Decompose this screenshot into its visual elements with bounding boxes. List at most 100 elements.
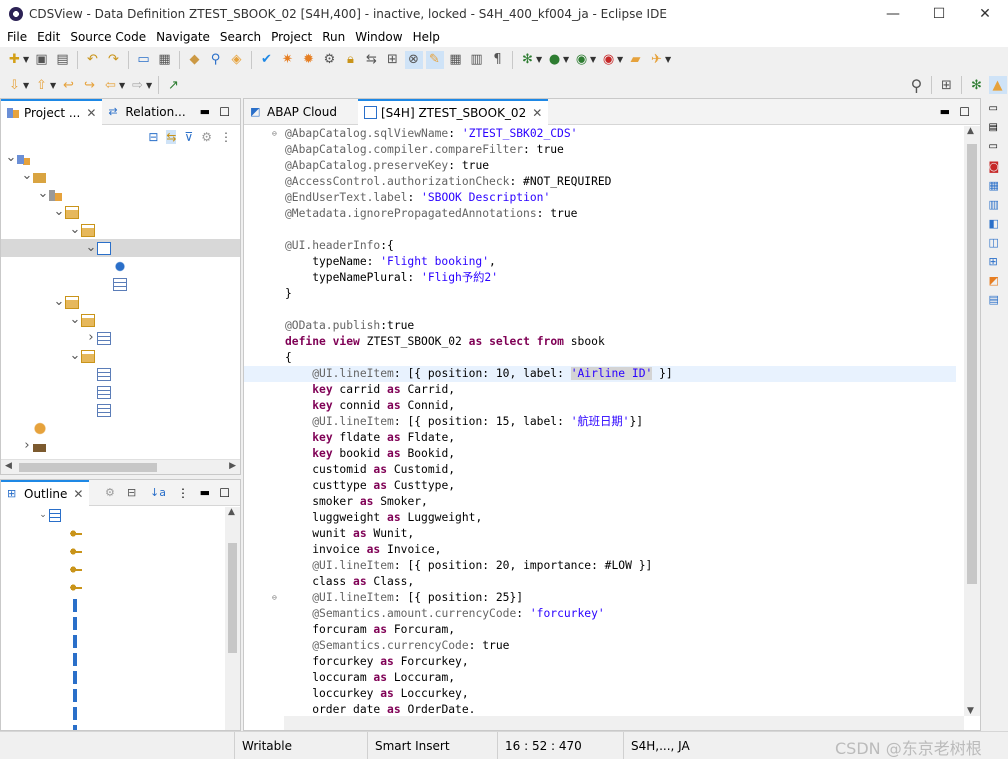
prev-annotation-icon[interactable]: ⇧ [33, 76, 51, 94]
tree-node[interactable] [1, 365, 240, 383]
tree-node[interactable] [1, 401, 240, 419]
code-line[interactable] [244, 302, 956, 318]
doc-icon[interactable]: ▥ [468, 51, 486, 69]
tree-node[interactable]: ⌄ [1, 221, 240, 239]
maximize-button[interactable]: ☐ [916, 0, 962, 27]
sort-icon[interactable]: ↓a [150, 486, 166, 499]
code-editor[interactable]: ⊖ @AbapCatalog.sqlViewName: 'ZTEST_SBK02_… [244, 126, 956, 716]
task-list-icon[interactable]: ▤ [989, 122, 1003, 136]
tab-ztest-sbook-02[interactable]: [S4H] ZTEST_SBOOK_02 ✕ [358, 98, 549, 125]
toggle-icon[interactable]: ⊗ [404, 50, 423, 69]
outline-node[interactable] [1, 668, 240, 686]
minimize-view-icon[interactable]: ▬ [200, 486, 210, 499]
abap-doc-icon[interactable]: ▤ [989, 293, 1003, 307]
annotation-icon[interactable]: ▦ [447, 51, 465, 69]
code-line[interactable]: class as Class, [244, 574, 956, 590]
code-line[interactable]: define view ZTEST_SBOOK_02 as select fro… [244, 334, 956, 350]
tree-node[interactable] [1, 419, 240, 437]
code-line[interactable]: } [244, 286, 956, 302]
minimize-view-icon[interactable]: ▬ [200, 105, 210, 118]
console-icon[interactable]: ▭ [135, 51, 153, 69]
hide-nonpublic-icon[interactable]: ⊟ [127, 486, 136, 499]
code-line[interactable]: ⊖ @UI.lineItem: [{ position: 25}] [244, 590, 956, 606]
feed-reader-icon[interactable]: ◙ [989, 160, 1003, 174]
tree-node[interactable]: ⌄ [1, 311, 240, 329]
editor-horizontal-scrollbar[interactable] [284, 716, 964, 730]
filter-icon[interactable]: ⊽ [184, 130, 193, 144]
abap-perspective-icon[interactable]: ▲ [988, 76, 1007, 94]
code-line[interactable]: @AccessControl.authorizationCheck: #NOT_… [244, 174, 956, 190]
expand-toggle-icon[interactable]: ⌄ [21, 167, 33, 185]
refresh-icon[interactable]: ▦ [156, 51, 174, 69]
chevron-down-icon[interactable]: ▼ [50, 81, 58, 90]
tree-node[interactable]: ⌄ [1, 149, 240, 167]
code-line[interactable]: typeNamePlural: 'Fligh予約2' [244, 270, 956, 286]
minimize-view-icon[interactable]: ▬ [940, 105, 950, 118]
code-line[interactable] [244, 222, 956, 238]
open-folder-icon[interactable]: ▰ [627, 51, 645, 69]
code-line[interactable]: { [244, 350, 956, 366]
coverage-icon[interactable]: ◉ [600, 51, 618, 69]
save-icon[interactable]: ▣ [33, 51, 51, 69]
code-line[interactable]: @UI.headerInfo:{ [244, 238, 956, 254]
debug-perspective-icon[interactable]: ✻ [968, 76, 986, 94]
expand-toggle-icon[interactable]: ⌄ [85, 239, 97, 257]
close-icon[interactable]: ✕ [532, 106, 542, 120]
last-edit-icon[interactable]: ↩ [60, 76, 78, 94]
tree-node[interactable] [1, 257, 240, 275]
collapse-all-icon[interactable]: ⊟ [148, 130, 158, 144]
code-line[interactable]: key fldate as Fldate, [244, 430, 956, 446]
open-perspective-icon[interactable]: ⊞ [938, 76, 956, 94]
highlight-icon[interactable]: ✎ [425, 50, 444, 69]
expand-toggle-icon[interactable]: ⌄ [53, 203, 65, 221]
code-line[interactable]: @UI.lineItem: [{ position: 15, label: '航… [244, 414, 956, 430]
maximize-view-icon[interactable]: ☐ [219, 105, 230, 119]
horizontal-scrollbar[interactable]: ◀ ▶ [1, 459, 240, 474]
chevron-down-icon[interactable]: ▼ [146, 81, 154, 90]
outline-node[interactable]: ⌄ [1, 506, 240, 524]
expand-toggle-icon[interactable]: ⌄ [53, 293, 65, 311]
where-used-icon[interactable]: ⇆ [363, 51, 381, 69]
fold-icon[interactable]: ⊖ [272, 126, 277, 142]
open-object-icon[interactable]: ◆ [186, 51, 204, 69]
chevron-down-icon[interactable]: ▼ [23, 55, 31, 64]
menu-run[interactable]: Run [317, 30, 350, 44]
chevron-down-icon[interactable]: ▼ [536, 55, 544, 64]
redo-icon[interactable]: ↷ [105, 51, 123, 69]
save-all-icon[interactable]: ▤ [54, 51, 72, 69]
transport-icon[interactable]: ⚙ [321, 51, 339, 69]
check-icon[interactable]: ✔ [258, 51, 276, 69]
outline-node[interactable] [1, 650, 240, 668]
search-object-icon[interactable]: ⚲ [207, 51, 225, 69]
forward-icon[interactable]: ⇨ [129, 76, 147, 94]
tab-outline[interactable]: ⊞ Outline ✕ [1, 479, 90, 506]
editor-vertical-scrollbar[interactable]: ▲ ▼ [964, 126, 980, 716]
code-line[interactable]: order date as OrderDate. [244, 702, 956, 716]
chevron-down-icon[interactable]: ▼ [590, 55, 598, 64]
outline-node[interactable] [1, 704, 240, 722]
expand-toggle-icon[interactable]: › [85, 329, 97, 347]
sync-icon[interactable]: ⚙ [201, 130, 212, 144]
transport-organizer-icon[interactable]: ⊞ [989, 255, 1003, 269]
view-menu-icon[interactable]: ⋮ [220, 130, 232, 144]
outline-node[interactable] [1, 542, 240, 560]
code-line[interactable]: @Metadata.ignorePropagatedAnnotations: t… [244, 206, 956, 222]
code-line[interactable]: @Semantics.currencyCode: true [244, 638, 956, 654]
close-icon[interactable]: ✕ [86, 106, 96, 120]
tree-node[interactable] [1, 383, 240, 401]
tree-node[interactable]: ⌄ [1, 167, 240, 185]
problems-icon[interactable]: ◩ [989, 274, 1003, 288]
outline-node[interactable] [1, 560, 240, 578]
menu-project[interactable]: Project [266, 30, 317, 44]
code-line[interactable]: customid as Customid, [244, 462, 956, 478]
code-line[interactable]: key connid as Connid, [244, 398, 956, 414]
code-line[interactable]: @AbapCatalog.preserveKey: true [244, 158, 956, 174]
chevron-down-icon[interactable]: ▼ [665, 55, 673, 64]
new-icon[interactable]: ✚ [6, 51, 24, 69]
run-config-icon[interactable]: ◉ [573, 51, 591, 69]
code-line[interactable]: ⊖ @AbapCatalog.sqlViewName: 'ZTEST_SBK02_… [244, 126, 956, 142]
maximize-view-icon[interactable]: ☐ [959, 105, 970, 119]
expand-toggle-icon[interactable]: ⌄ [5, 149, 17, 167]
tree-node[interactable]: ⌄ [1, 185, 240, 203]
forward-edit-icon[interactable]: ↪ [81, 76, 99, 94]
